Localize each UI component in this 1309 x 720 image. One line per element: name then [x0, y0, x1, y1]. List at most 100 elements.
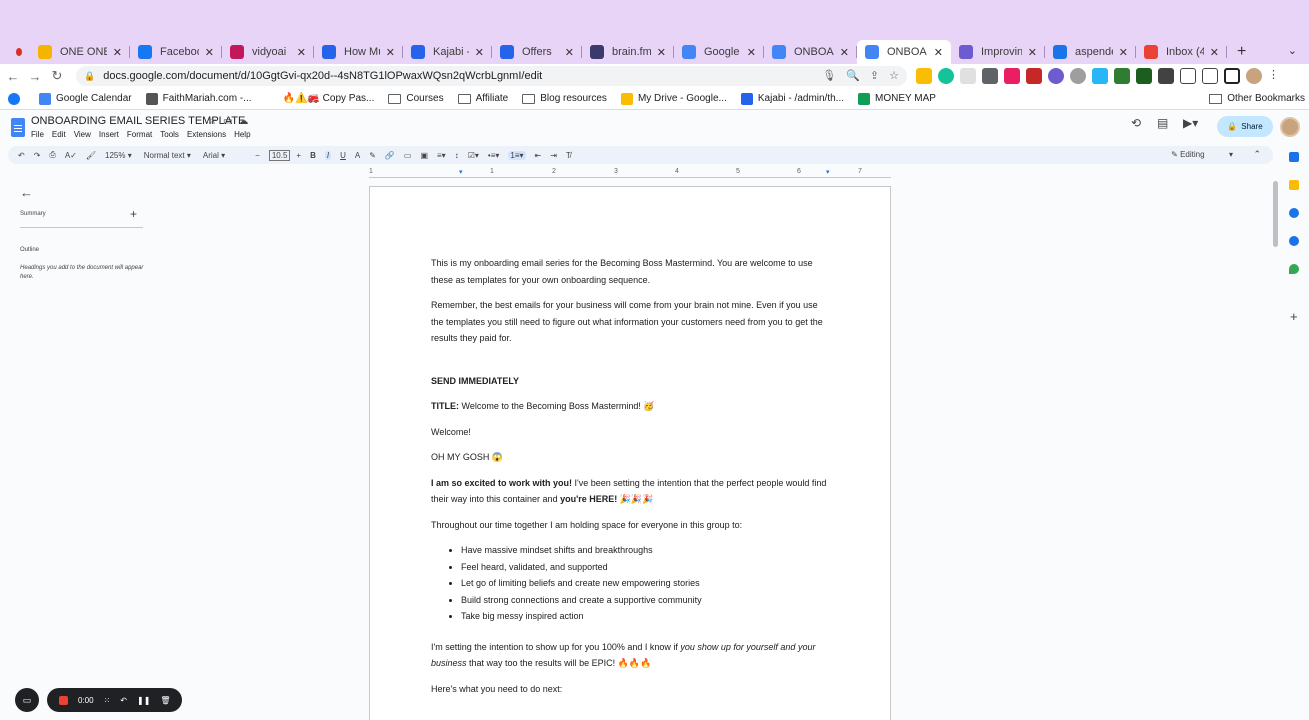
side-panel-icon[interactable]	[1224, 68, 1240, 84]
red-extension-icon[interactable]	[1026, 68, 1042, 84]
italic-icon[interactable]: I	[324, 150, 332, 160]
add-summary-icon[interactable]: +	[130, 207, 137, 221]
collapse-menu-icon[interactable]: ⌃	[1253, 149, 1261, 160]
comment-icon[interactable]: ▭	[404, 151, 412, 160]
tab-1[interactable]: Facebook ✕	[130, 40, 222, 64]
forward-icon[interactable]: →	[24, 69, 46, 84]
left-indent-marker-icon[interactable]: ▾	[459, 168, 463, 176]
underline-icon[interactable]: U	[340, 151, 346, 160]
maps-icon[interactable]	[1289, 264, 1299, 274]
bookmark-item[interactable]: 🔥⚠️🚒 Copy Pas...	[265, 92, 374, 105]
docs-logo-icon[interactable]	[11, 118, 25, 137]
tab-2[interactable]: vidyoai ✕	[222, 40, 314, 64]
green-arrow-extension-icon[interactable]	[1114, 68, 1130, 84]
reload-icon[interactable]: ↻	[46, 68, 68, 84]
close-tab-icon[interactable]: ✕	[657, 46, 666, 59]
vpn-extension-icon[interactable]	[1070, 68, 1086, 84]
bookmark-item[interactable]: Google Calendar	[39, 92, 132, 105]
close-tab-icon[interactable]: ✕	[934, 46, 943, 59]
clear-format-icon[interactable]: T̸	[566, 151, 571, 160]
tab-11[interactable]: aspendental ✕	[1045, 40, 1136, 64]
user-avatar[interactable]	[1280, 117, 1300, 137]
close-tab-icon[interactable]: ✕	[565, 46, 574, 59]
editing-mode-select[interactable]: ✎ Editing ▾	[1171, 150, 1233, 159]
restart-icon[interactable]: ↶	[120, 696, 127, 705]
numbered-list-icon[interactable]: 1≡▾	[508, 150, 526, 160]
contacts-icon[interactable]	[1289, 236, 1299, 246]
star-icon[interactable]: ☆	[208, 116, 217, 127]
font-size-input[interactable]: 10.5	[268, 149, 291, 161]
checklist-icon[interactable]: ☑▾	[468, 151, 479, 160]
align-icon[interactable]: ≡▾	[437, 151, 446, 160]
close-tab-icon[interactable]: ✕	[386, 46, 395, 59]
line-spacing-icon[interactable]: ↕	[455, 151, 459, 160]
new-tab-icon[interactable]: +	[1237, 43, 1246, 61]
increase-font-icon[interactable]: +	[296, 151, 301, 160]
tab-5[interactable]: Offers ✕	[492, 40, 582, 64]
color-extension-icon[interactable]	[1004, 68, 1020, 84]
bookmark-item[interactable]: Kajabi - /admin/th...	[740, 92, 844, 105]
menu-item[interactable]: View	[74, 130, 91, 139]
text-color-icon[interactable]: A	[355, 151, 360, 160]
tab-6[interactable]: brain.fm ✕	[582, 40, 674, 64]
tab-4[interactable]: Kajabi - /adm ✕	[403, 40, 492, 64]
back-icon[interactable]: ←	[2, 69, 24, 84]
menu-item[interactable]: Extensions	[187, 130, 226, 139]
kebab-menu-icon[interactable]: ⋮	[1268, 68, 1279, 84]
pause-icon[interactable]: ❚❚	[137, 696, 150, 705]
gear-extension-icon[interactable]	[1048, 68, 1064, 84]
document-body[interactable]: This is my onboarding email series for t…	[431, 255, 831, 706]
share-page-icon[interactable]: ⇪	[870, 69, 879, 82]
bold-icon[interactable]: B	[310, 151, 316, 160]
style-select[interactable]: Normal text ▾	[144, 151, 191, 160]
close-tab-icon[interactable]: ✕	[205, 46, 214, 59]
menu-item[interactable]: Format	[127, 130, 152, 139]
menu-item[interactable]: Insert	[99, 130, 119, 139]
paint-format-icon[interactable]: 🖌	[86, 151, 96, 160]
right-indent-marker-icon[interactable]: ▾	[826, 168, 830, 176]
tab-3[interactable]: How Much E ✕	[314, 40, 403, 64]
bookmark-item[interactable]: Affiliate	[457, 93, 508, 104]
decrease-indent-icon[interactable]: ⇤	[535, 151, 542, 160]
close-tab-icon[interactable]: ✕	[1119, 46, 1128, 59]
bookmark-star-icon[interactable]: ☆	[889, 69, 899, 82]
font-select[interactable]: Arial ▾	[203, 151, 225, 160]
meet-icon[interactable]: ▶▾	[1183, 116, 1198, 130]
bookmark-item[interactable]: Blog resources	[522, 93, 607, 104]
bulleted-list-icon[interactable]: •≡▾	[488, 151, 499, 160]
menu-item[interactable]: Tools	[160, 130, 179, 139]
close-tab-icon[interactable]: ✕	[1028, 46, 1037, 59]
move-folder-icon[interactable]: ▭	[223, 116, 232, 127]
tab-10[interactable]: Improving O ✕	[951, 40, 1045, 64]
close-tab-icon[interactable]: ✕	[1210, 46, 1219, 59]
bookmark-item[interactable]: Courses	[388, 93, 444, 104]
close-tab-icon[interactable]: ✕	[747, 46, 756, 59]
reading-list-icon[interactable]	[1202, 68, 1218, 84]
zoom-icon[interactable]: 🔍	[846, 69, 860, 82]
tab-recording-indicator[interactable]	[0, 40, 30, 64]
grid-icon[interactable]: ⁙	[104, 696, 111, 705]
tab-9[interactable]: ONBOA ✕	[857, 40, 951, 64]
save-extension-icon[interactable]	[1136, 68, 1152, 84]
increase-indent-icon[interactable]: ⇥	[550, 151, 557, 160]
screenshot-extension-icon[interactable]	[982, 68, 998, 84]
image-icon[interactable]: ▣	[420, 151, 428, 160]
spellcheck-icon[interactable]: A✓	[65, 151, 77, 160]
calendar-icon[interactable]	[1289, 152, 1299, 162]
zoom-select[interactable]: 125% ▾	[105, 151, 132, 160]
other-bookmarks[interactable]: Other Bookmarks	[1209, 93, 1305, 104]
get-addons-icon[interactable]: +	[1290, 309, 1298, 324]
keep-icon[interactable]	[1289, 180, 1299, 190]
close-tab-icon[interactable]: ✕	[297, 46, 306, 59]
cloud-status-icon[interactable]: ☁	[238, 116, 248, 127]
download-icon[interactable]	[1180, 68, 1196, 84]
close-tab-icon[interactable]: ✕	[840, 46, 849, 59]
tab-0[interactable]: ONE ONE O ✕	[30, 40, 130, 64]
undo-icon[interactable]: ↶	[18, 151, 25, 160]
print-icon[interactable]: ⎙	[49, 150, 55, 160]
profile-avatar[interactable]	[1246, 68, 1262, 84]
download-extension-icon[interactable]	[1092, 68, 1108, 84]
tab-12[interactable]: Inbox (4,75 ✕	[1136, 40, 1227, 64]
grammarly-icon[interactable]	[938, 68, 954, 84]
tasks-icon[interactable]	[1289, 208, 1299, 218]
